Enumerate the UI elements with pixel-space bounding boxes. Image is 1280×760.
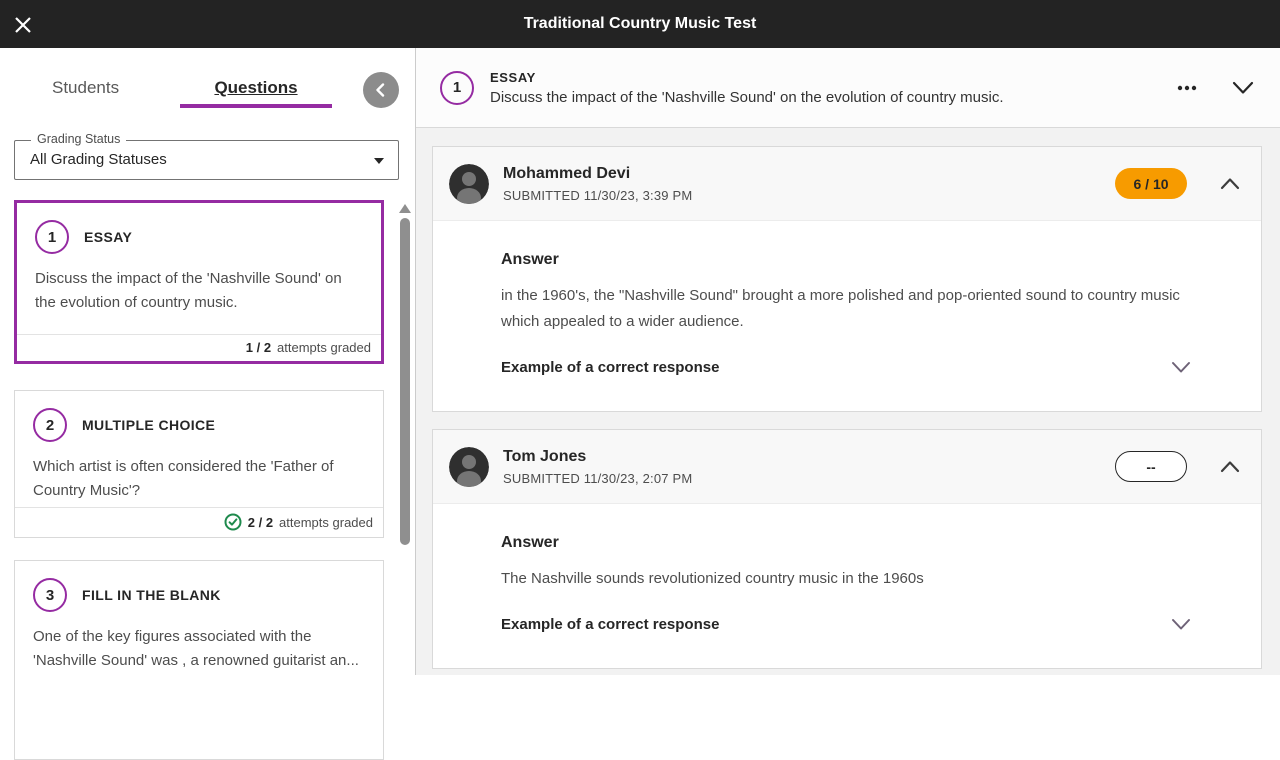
submission-card: Mohammed Devi SUBMITTED 11/30/23, 3:39 P… — [432, 146, 1262, 412]
question-number-badge: 1 — [35, 220, 69, 254]
question-type-label: FILL IN THE BLANK — [82, 587, 221, 603]
example-response-toggle[interactable]: Example of a correct response — [501, 616, 1191, 633]
sidebar: Students Questions Grading Status All Gr… — [0, 48, 416, 675]
submission-header[interactable]: Tom Jones SUBMITTED 11/30/23, 2:07 PM -- — [433, 430, 1261, 504]
example-response-label: Example of a correct response — [501, 359, 719, 376]
question-text: Discuss the impact of the 'Nashville Sou… — [35, 267, 363, 315]
collapse-panel-button[interactable] — [363, 72, 399, 108]
question-type-label: MULTIPLE CHOICE — [82, 417, 215, 433]
grading-status-select[interactable]: Grading Status All Grading Statuses — [14, 140, 399, 180]
question-type-label: ESSAY — [490, 70, 1004, 85]
chevron-down-icon — [1171, 618, 1191, 631]
grading-status-value: All Grading Statuses — [30, 151, 167, 168]
page-title: Traditional Country Music Test — [0, 15, 1280, 33]
main-panel: 1 ESSAY Discuss the impact of the 'Nashv… — [416, 48, 1280, 675]
submission-card: Tom Jones SUBMITTED 11/30/23, 2:07 PM --… — [432, 429, 1262, 669]
question-text: Discuss the impact of the 'Nashville Sou… — [490, 89, 1004, 106]
submitted-timestamp: SUBMITTED 11/30/23, 3:39 PM — [503, 188, 692, 203]
question-card-fill-in-the-blank[interactable]: 3 FILL IN THE BLANK One of the key figur… — [14, 560, 384, 760]
caret-down-icon — [374, 158, 384, 164]
grading-status-label: Grading Status — [31, 132, 126, 146]
sidebar-scrollbar[interactable] — [399, 200, 411, 675]
collapse-submission-chevron-up-icon[interactable] — [1217, 171, 1243, 197]
question-text: One of the key figures associated with t… — [33, 625, 365, 673]
check-circle-icon — [224, 513, 242, 531]
example-response-label: Example of a correct response — [501, 616, 719, 633]
question-card-essay[interactable]: 1 ESSAY Discuss the impact of the 'Nashv… — [14, 200, 384, 364]
top-bar: Traditional Country Music Test — [0, 0, 1280, 48]
attempts-graded-status: 1 / 2attempts graded — [17, 334, 381, 361]
question-text: Which artist is often considered the 'Fa… — [33, 455, 365, 503]
tab-questions[interactable]: Questions — [180, 78, 332, 98]
active-tab-underline — [180, 104, 332, 108]
example-response-toggle[interactable]: Example of a correct response — [501, 359, 1191, 376]
question-card-multiple-choice[interactable]: 2 MULTIPLE CHOICE Which artist is often … — [14, 390, 384, 538]
answer-label: Answer — [501, 251, 1191, 269]
question-number-badge: 3 — [33, 578, 67, 612]
answer-label: Answer — [501, 534, 1191, 552]
collapse-question-chevron-down-icon[interactable] — [1230, 75, 1256, 101]
chevron-down-icon — [1171, 361, 1191, 374]
submission-header[interactable]: Mohammed Devi SUBMITTED 11/30/23, 3:39 P… — [433, 147, 1261, 221]
more-options-icon[interactable] — [1174, 75, 1200, 101]
score-badge[interactable]: -- — [1115, 451, 1187, 482]
question-number-badge: 2 — [33, 408, 67, 442]
question-number-badge: 1 — [440, 71, 474, 105]
submitted-timestamp: SUBMITTED 11/30/23, 2:07 PM — [503, 471, 692, 486]
chevron-left-icon — [373, 82, 389, 98]
answer-text: in the 1960's, the "Nashville Sound" bro… — [501, 283, 1191, 335]
scroll-up-arrow-icon[interactable] — [399, 204, 411, 213]
score-badge[interactable]: 6 / 10 — [1115, 168, 1187, 199]
avatar — [449, 164, 489, 204]
question-header: 1 ESSAY Discuss the impact of the 'Nashv… — [416, 48, 1280, 128]
scrollbar-thumb[interactable] — [400, 218, 410, 545]
student-name: Tom Jones — [503, 448, 692, 466]
avatar — [449, 447, 489, 487]
attempts-graded-status: 2 / 2attempts graded — [15, 507, 383, 537]
answer-text: The Nashville sounds revolutionized coun… — [501, 566, 1191, 592]
question-type-label: ESSAY — [84, 229, 132, 245]
tab-students[interactable]: Students — [52, 78, 119, 98]
student-name: Mohammed Devi — [503, 165, 692, 183]
collapse-submission-chevron-up-icon[interactable] — [1217, 454, 1243, 480]
